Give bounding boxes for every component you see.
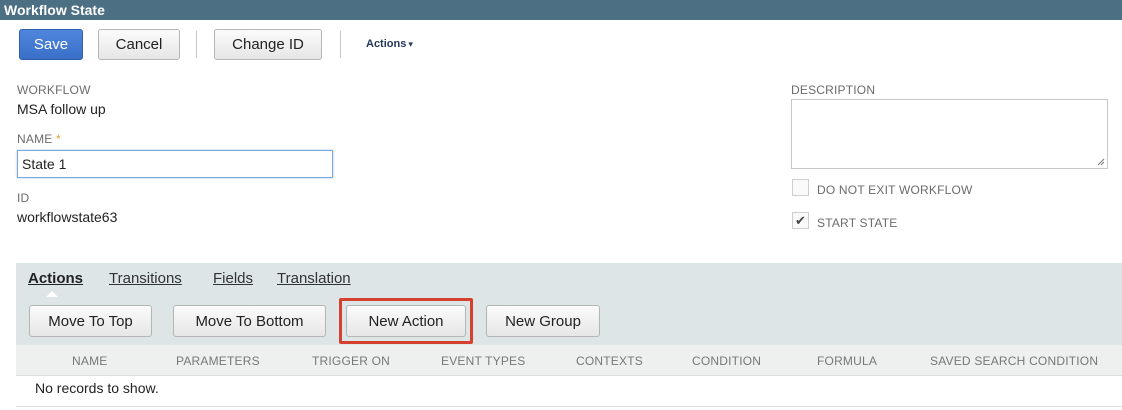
cancel-button[interactable]: Cancel bbox=[98, 29, 180, 60]
save-button[interactable]: Save bbox=[19, 29, 83, 60]
chevron-down-icon: ▾ bbox=[408, 39, 413, 49]
empty-grid-message: No records to show. bbox=[35, 380, 159, 396]
change-id-button[interactable]: Change ID bbox=[214, 29, 322, 60]
do-not-exit-label: DO NOT EXIT WORKFLOW bbox=[817, 183, 973, 197]
checkmark-icon: ✔ bbox=[795, 212, 806, 228]
window-title: Workflow State bbox=[4, 2, 105, 18]
id-label: ID bbox=[17, 191, 30, 205]
column-header-name[interactable]: NAME bbox=[72, 354, 107, 368]
tab-translation[interactable]: Translation bbox=[277, 270, 351, 287]
tab-fields[interactable]: Fields bbox=[213, 270, 253, 287]
start-state-checkbox[interactable]: ✔ bbox=[792, 212, 809, 229]
column-header-parameters[interactable]: PARAMETERS bbox=[176, 354, 260, 368]
column-header-formula[interactable]: FORMULA bbox=[817, 354, 877, 368]
name-input[interactable] bbox=[17, 150, 333, 178]
description-label: DESCRIPTION bbox=[791, 83, 876, 97]
active-tab-indicator bbox=[46, 291, 58, 297]
actions-menu[interactable]: Actions ▾ bbox=[366, 38, 413, 50]
workflow-value: MSA follow up bbox=[17, 101, 106, 117]
window-title-bar: Workflow State bbox=[0, 0, 1122, 20]
toolbar-divider bbox=[340, 31, 341, 58]
resize-handle-icon[interactable] bbox=[1097, 158, 1105, 166]
column-header-event-types[interactable]: EVENT TYPES bbox=[441, 354, 525, 368]
do-not-exit-checkbox[interactable] bbox=[792, 179, 809, 196]
column-header-saved-search-condition[interactable]: SAVED SEARCH CONDITION bbox=[930, 354, 1098, 368]
new-group-button[interactable]: New Group bbox=[486, 305, 600, 337]
required-marker: * bbox=[56, 132, 61, 146]
tab-transitions[interactable]: Transitions bbox=[109, 270, 182, 287]
name-label: NAME * bbox=[17, 132, 61, 146]
toolbar-divider bbox=[196, 31, 197, 58]
column-header-contexts[interactable]: CONTEXTS bbox=[576, 354, 643, 368]
start-state-label: START STATE bbox=[817, 216, 898, 230]
column-header-condition[interactable]: CONDITION bbox=[692, 354, 761, 368]
grid-bottom-divider bbox=[16, 406, 1122, 407]
name-label-text: NAME bbox=[17, 132, 53, 146]
move-to-top-button[interactable]: Move To Top bbox=[29, 305, 152, 337]
actions-menu-label: Actions bbox=[366, 38, 407, 50]
move-to-bottom-button[interactable]: Move To Bottom bbox=[173, 305, 326, 337]
column-header-trigger-on[interactable]: TRIGGER ON bbox=[312, 354, 390, 368]
new-action-button[interactable]: New Action bbox=[346, 305, 466, 337]
id-value: workflowstate63 bbox=[17, 209, 118, 225]
description-textarea[interactable] bbox=[791, 99, 1108, 169]
workflow-label: WORKFLOW bbox=[17, 83, 91, 97]
tab-actions[interactable]: Actions bbox=[28, 270, 83, 287]
